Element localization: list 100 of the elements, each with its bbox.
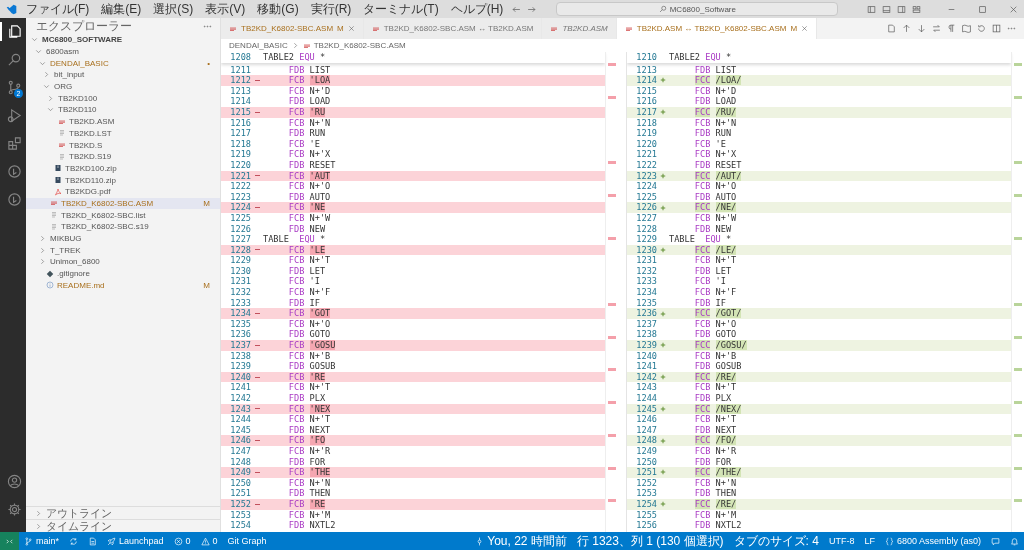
source-control-icon <box>6 80 22 95</box>
close-icon[interactable] <box>1009 4 1018 14</box>
folder-item[interactable]: MC6800_SOFTWARE <box>26 34 220 46</box>
customize-layout-icon[interactable] <box>912 4 921 14</box>
status-item[interactable]: You, 22 時間前 <box>470 532 572 550</box>
code-text: FDB GOSUB <box>287 361 336 372</box>
account-icon[interactable] <box>6 474 22 489</box>
line-number: 1218 <box>229 138 251 150</box>
line-number: 1247 <box>635 424 657 436</box>
git-status-label: M <box>203 280 210 290</box>
search-field[interactable]: MC6800_Software <box>556 2 839 16</box>
code-text: FCB 'LE <box>287 244 326 256</box>
file-item[interactable]: TB2KD.S <box>26 139 220 151</box>
folder-item[interactable]: ORG <box>26 80 220 93</box>
status-item[interactable]: 行 1323、列 1 (130 個選択) <box>571 532 729 550</box>
file-item[interactable]: TB2KD100.zip <box>26 162 220 175</box>
settings-icon[interactable] <box>6 502 22 517</box>
file-item[interactable]: TB2KD.ASM <box>26 115 220 128</box>
code-text: FCB N+'O <box>287 181 331 192</box>
status-item[interactable]: タブのサイズ: 4 <box>728 532 824 550</box>
item-name: TB2KD110 <box>58 105 97 115</box>
split-editor-icon[interactable] <box>992 24 1001 33</box>
file-item[interactable]: .gitignore <box>26 267 220 280</box>
status-item[interactable]: 6800 Assembly (as0) <box>879 532 986 550</box>
folder-item[interactable]: T_TREK <box>26 244 220 257</box>
folder-item[interactable]: DENDAI_BASIC • <box>26 57 220 70</box>
folder-item[interactable]: bit_input <box>26 69 220 81</box>
close-icon[interactable] <box>801 25 809 32</box>
file-item[interactable]: TB2KD_K6802-SBC.list <box>26 209 220 221</box>
sync-icon <box>69 536 78 546</box>
pilcrow-icon[interactable] <box>947 24 956 33</box>
revert-icon[interactable] <box>977 24 986 33</box>
up-arrow-icon[interactable] <box>902 24 911 33</box>
file-item[interactable]: README.md M <box>26 279 220 292</box>
folder-item[interactable]: 6800asm <box>26 45 220 58</box>
line-number: 1214 <box>635 75 657 86</box>
file-item[interactable]: TB2KD.LST <box>26 127 220 140</box>
status-item[interactable]: Git Graph <box>222 532 272 550</box>
code-text: FCB N+'W <box>287 212 331 224</box>
panel-icon[interactable] <box>882 4 891 14</box>
line-number: 1222 <box>229 181 251 192</box>
code-text: FDB IF <box>287 297 320 309</box>
status-item[interactable]: 0 <box>168 532 196 550</box>
menu-item[interactable]: 表示(V) <box>202 0 249 18</box>
layout-icon[interactable] <box>867 4 876 14</box>
maximize-icon[interactable] <box>978 4 987 14</box>
breadcrumb-item[interactable]: TB2KD_K6802-SBC.ASM <box>313 41 406 50</box>
menu-item[interactable]: 選択(S) <box>150 0 197 18</box>
sidebar-icon[interactable] <box>897 4 906 14</box>
line-number: 1251 <box>635 467 657 478</box>
folder-item[interactable]: MIKBUG <box>26 232 220 245</box>
forward-arrow-icon[interactable] <box>527 4 537 14</box>
plus-icon <box>660 342 666 349</box>
editor-tab[interactable]: TB2KD.ASM ↔ TB2KD_K6802-SBC.ASM M <box>616 18 818 39</box>
editor-tab[interactable]: TB2KD_K6802-SBC.ASM ↔ TB2KD.ASM <box>363 18 543 39</box>
item-name: TB2KD100 <box>58 93 98 103</box>
menu-item[interactable]: 編集(E) <box>98 0 145 18</box>
file-item[interactable]: TB2KD_K6802-SBC.s19 <box>26 221 220 233</box>
plus-icon <box>660 247 666 253</box>
folder-item[interactable]: TB2KD100 <box>26 92 220 105</box>
open-file-icon[interactable] <box>887 24 896 33</box>
editor-tab[interactable]: TB2KD.ASM <box>542 18 617 39</box>
code-text: FCB 'RU <box>287 106 326 118</box>
section-header[interactable]: アウトライン <box>26 506 220 519</box>
item-name: TB2KD.LST <box>69 128 112 138</box>
menu-item[interactable]: ヘルプ(H) <box>447 0 507 18</box>
breadcrumb-item[interactable]: DENDAI_BASIC <box>229 41 288 50</box>
map-icon[interactable] <box>962 24 971 33</box>
menu-item[interactable]: 移動(G) <box>254 0 302 18</box>
status-item[interactable]: main* <box>19 532 64 550</box>
more-icon[interactable] <box>1007 24 1016 33</box>
code-text: FCC /RU/ <box>693 106 737 118</box>
line-number: 1231 <box>635 255 657 266</box>
down-arrow-icon[interactable] <box>917 24 926 33</box>
folder-item[interactable]: Unimon_6800 <box>26 256 220 268</box>
line-number: 1240 <box>635 350 657 362</box>
code-text: FDB LET <box>287 265 326 277</box>
file-item[interactable]: TB2KD.S19 <box>26 150 220 163</box>
line-number: 1246 <box>635 414 657 425</box>
status-item[interactable]: 0 <box>195 532 223 550</box>
menu-item[interactable]: ターミナル(T) <box>360 0 442 18</box>
line-number: 1215 <box>229 106 251 118</box>
status-item[interactable]: Launchpad <box>102 532 169 550</box>
file-item[interactable]: TB2KD_K6802-SBC.ASM M <box>26 197 220 210</box>
swap-icon[interactable] <box>932 24 941 33</box>
menu-item[interactable]: ファイル(F) <box>23 0 93 18</box>
code-text: FCB N+'R <box>693 445 737 457</box>
file-item[interactable]: TB2KD110.zip <box>26 174 220 186</box>
menu-item[interactable]: 実行(R) <box>307 0 355 18</box>
file-item[interactable]: TB2KDG.pdf <box>26 185 220 198</box>
code-text: FCB N+'R <box>287 445 331 457</box>
git-file-icon <box>46 269 54 278</box>
folder-item[interactable]: TB2KD110 <box>26 104 220 116</box>
editor-tab[interactable]: TB2KD_K6802-SBC.ASM M <box>221 18 364 39</box>
status-item[interactable]: LF <box>859 532 880 550</box>
back-arrow-icon[interactable] <box>512 4 522 14</box>
extensions-icon <box>6 136 22 151</box>
search-icon <box>658 5 667 13</box>
close-icon[interactable] <box>347 25 355 32</box>
status-item[interactable]: UTF-8 <box>823 532 860 550</box>
